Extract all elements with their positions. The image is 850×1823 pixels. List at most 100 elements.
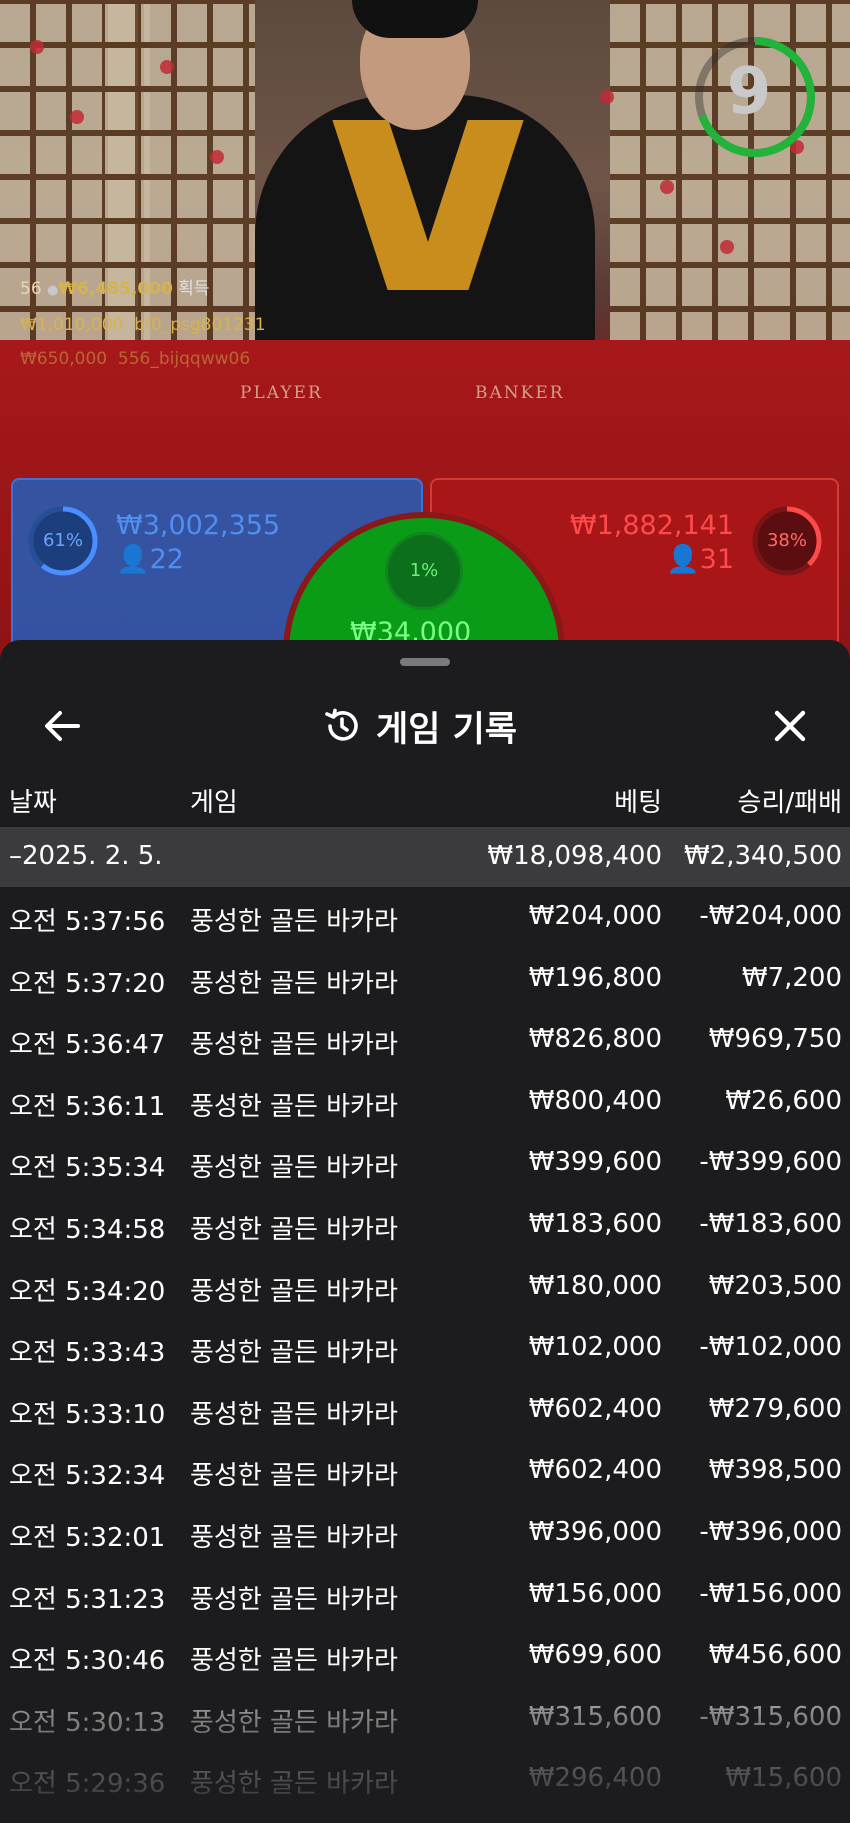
row-result: -₩156,000 [699,1578,842,1609]
user-icon: ● [47,283,59,298]
game-history-sheet: 게임 기록 날짜 게임 베팅 승리/패배 –2025. 2. 5. ₩18,09… [0,640,850,1823]
row-result: -₩183,600 [699,1208,842,1239]
row-bet: ₩602,400 [528,1393,662,1424]
winner-user: 556_bijqqww06 [117,349,251,369]
row-result: ₩969,750 [708,1024,842,1055]
person-icon: 👤 [666,544,700,575]
row-game: 풍성한 골든 바카라 [190,1461,398,1492]
row-result: ₩7,200 [741,962,842,993]
winner-amount: ₩1,010,000 [20,315,124,335]
row-bet: ₩315,600 [528,1701,662,1732]
row-game: 풍성한 골든 바카라 [190,1769,398,1800]
row-time: 오전 5:34:20 [9,1276,166,1307]
history-row[interactable]: 오전 5:30:13 풍성한 골든 바카라 ₩315,600 -₩315,600 [0,1688,850,1750]
row-time: 오전 5:37:56 [9,907,166,937]
history-table: –2025. 2. 5. ₩18,098,400 ₩2,340,500 오전 5… [0,827,850,1811]
row-time: 오전 5:34:58 [9,1214,166,1245]
row-bet: ₩800,400 [528,1085,662,1116]
winners-count: 56 [20,279,42,299]
row-result: -₩102,000 [699,1332,842,1363]
column-header-bet: 베팅 [614,788,662,818]
row-time: 오전 5:37:20 [9,968,166,999]
row-game: 풍성한 골든 바카라 [190,1030,398,1061]
row-bet: ₩180,000 [528,1270,662,1301]
close-icon[interactable] [766,702,814,750]
column-header-game: 게임 [190,788,238,818]
winner-entry: ₩650,000 556_bijqqww06 [20,342,266,376]
row-time: 오전 5:36:11 [9,1091,166,1122]
row-result: ₩203,500 [708,1270,842,1301]
history-row[interactable]: 오전 5:37:20 풍성한 골든 바카라 ₩196,800 ₩7,200 [0,949,850,1011]
day-result-total: ₩2,340,500 [683,841,842,871]
row-result: ₩398,500 [708,1455,842,1486]
row-result: -₩315,600 [699,1701,842,1732]
back-arrow-icon[interactable] [38,702,86,750]
history-row[interactable]: 오전 5:36:11 풍성한 골든 바카라 ₩800,400 ₩26,600 [0,1072,850,1134]
row-time: 오전 5:29:36 [9,1769,166,1800]
history-row[interactable]: 오전 5:32:34 풍성한 골든 바카라 ₩602,400 ₩398,500 [0,1441,850,1503]
table-header: 날짜 게임 베팅 승리/패배 [0,768,850,828]
history-row[interactable]: 오전 5:33:10 풍성한 골든 바카라 ₩602,400 ₩279,600 [0,1380,850,1442]
winner-user: bf0_psg801231 [134,315,266,335]
history-row[interactable]: 오전 5:35:34 풍성한 골든 바카라 ₩399,600 -₩399,600 [0,1133,850,1195]
player-count: 👤22 [116,543,184,575]
tie-percent: 1% [409,560,439,581]
banker-count-value: 31 [699,544,734,575]
history-row[interactable]: 오전 5:30:46 풍성한 골든 바카라 ₩699,600 ₩456,600 [0,1626,850,1688]
live-game-view: PLAYER BANKER 9 56 ●₩6,485,000 획득 ₩1,010… [0,0,850,660]
row-bet: ₩156,000 [528,1578,662,1609]
row-result: -₩399,600 [699,1147,842,1178]
row-time: 오전 5:32:01 [9,1522,166,1553]
row-game: 풍성한 골든 바카라 [190,1399,398,1430]
row-game: 풍성한 골든 바카라 [190,1707,398,1738]
day-bet-total: ₩18,098,400 [487,841,662,871]
row-bet: ₩196,800 [528,962,662,993]
row-game: 풍성한 골든 바카라 [190,1276,398,1307]
sheet-header: 게임 기록 [0,688,850,768]
row-result: ₩279,600 [708,1393,842,1424]
history-row[interactable]: 오전 5:32:01 풍성한 골든 바카라 ₩396,000 -₩396,000 [0,1503,850,1565]
banker-bet-amount: ₩1,882,141 [569,510,734,541]
day-summary-row[interactable]: –2025. 2. 5. ₩18,098,400 ₩2,340,500 [0,827,850,887]
table-label-player: PLAYER [240,383,323,403]
row-result: ₩456,600 [708,1640,842,1671]
history-row[interactable]: 오전 5:36:47 풍성한 골든 바카라 ₩826,800 ₩969,750 [0,1010,850,1072]
table-label-banker: BANKER [475,383,565,403]
column-header-date: 날짜 [9,788,57,818]
banker-count: 👤31 [666,543,734,575]
row-bet: ₩699,600 [528,1640,662,1671]
history-row[interactable]: 오전 5:34:20 풍성한 골든 바카라 ₩180,000 ₩203,500 [0,1257,850,1319]
history-row[interactable]: 오전 5:29:36 풍성한 골든 바카라 ₩296,400 ₩15,600 [0,1749,850,1811]
row-game: 풍성한 골든 바카라 [190,1522,398,1553]
row-bet: ₩826,800 [528,1024,662,1055]
drag-handle[interactable] [400,658,450,666]
winner-entry: ₩1,010,000 bf0_psg801231 [20,308,266,342]
row-bet: ₩396,000 [528,1516,662,1547]
row-bet: ₩602,400 [528,1455,662,1486]
row-time: 오전 5:33:10 [9,1399,166,1430]
row-result: ₩15,600 [725,1763,842,1794]
row-time: 오전 5:31:23 [9,1584,166,1615]
sheet-title: 게임 기록 [322,702,517,750]
history-row[interactable]: 오전 5:37:56 풍성한 골든 바카라 ₩204,000 -₩204,000 [0,887,850,949]
row-game: 풍성한 골든 바카라 [190,968,398,999]
row-game: 풍성한 골든 바카라 [190,1153,398,1184]
winner-amount: ₩650,000 [20,349,108,369]
row-time: 오전 5:33:43 [9,1338,166,1369]
winners-label: 획득 [178,279,210,299]
row-game: 풍성한 골든 바카라 [190,1091,398,1122]
history-row[interactable]: 오전 5:33:43 풍성한 골든 바카라 ₩102,000 -₩102,000 [0,1318,850,1380]
sheet-title-text: 게임 기록 [376,709,517,750]
day-date: –2025. 2. 5. [9,841,163,871]
player-percent: 61% [42,530,83,551]
player-bet-amount: ₩3,002,355 [116,510,281,541]
column-header-result: 승리/패배 [737,788,842,818]
row-bet: ₩399,600 [528,1147,662,1178]
row-result: -₩204,000 [699,901,842,931]
countdown-timer: 9 [726,55,772,129]
row-time: 오전 5:35:34 [9,1153,166,1184]
history-row[interactable]: 오전 5:34:58 풍성한 골든 바카라 ₩183,600 -₩183,600 [0,1195,850,1257]
player-count-value: 22 [149,544,184,575]
winners-list: 56 ●₩6,485,000 획득 ₩1,010,000 bf0_psg8012… [20,272,266,376]
history-row[interactable]: 오전 5:31:23 풍성한 골든 바카라 ₩156,000 -₩156,000 [0,1565,850,1627]
